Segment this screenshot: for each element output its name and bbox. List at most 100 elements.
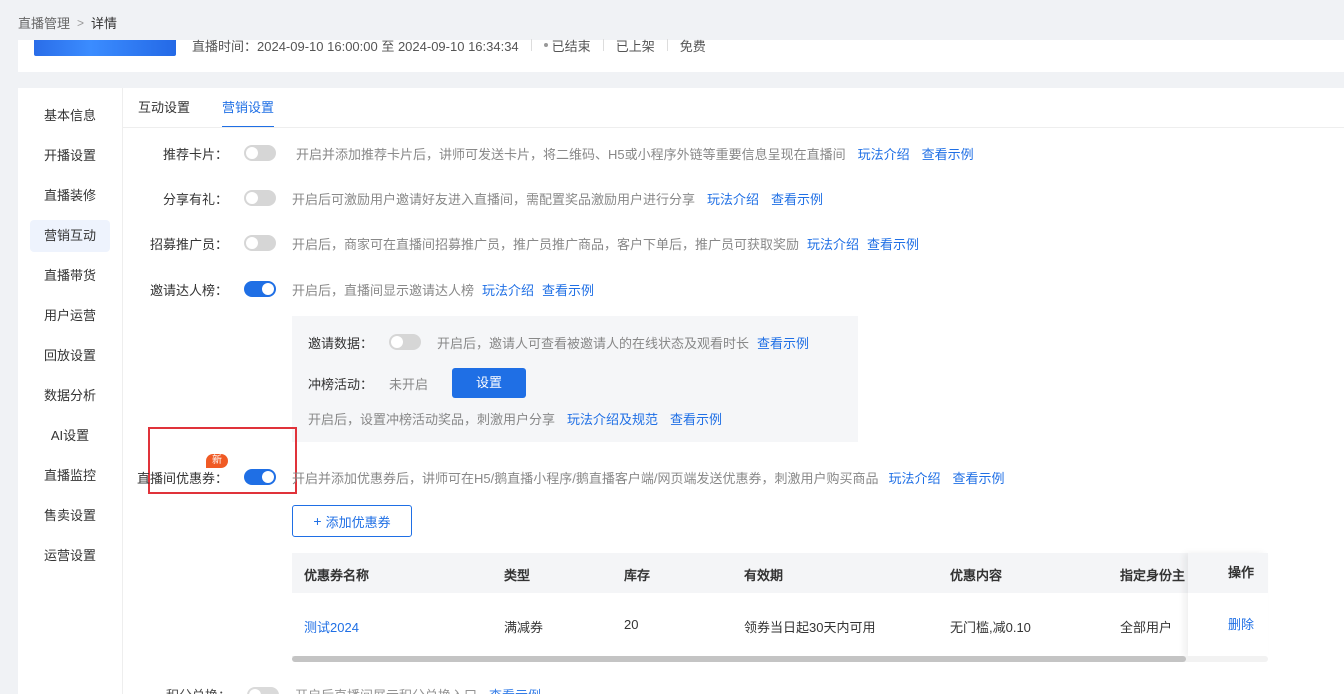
promoter-switch[interactable] [244, 235, 276, 251]
add-coupon-button[interactable]: + 添加优惠券 [292, 505, 412, 537]
setting-row-rank-activity: 冲榜活动： 未开启 设置 [308, 368, 526, 398]
coupon-guide-link[interactable]: 玩法介绍 [888, 468, 940, 487]
rank-activity-label: 冲榜活动： [308, 374, 373, 393]
points-desc: 开启后直播间展示积分兑换入口 [295, 685, 477, 694]
coupon-stock: 20 [624, 617, 638, 632]
invite-rank-sub-settings: 邀请数据： 开启后，邀请人可查看被邀请人的在线状态及观看时长 查看示例 冲榜活动… [292, 316, 858, 442]
col-header-name: 优惠券名称 [304, 565, 369, 584]
points-example-link[interactable]: 查看示例 [489, 685, 541, 694]
invite-rank-guide-link[interactable]: 玩法介绍 [482, 280, 534, 299]
invite-data-switch[interactable] [389, 334, 421, 350]
setting-row-share-gift: 分享有礼： 开启后可激励用户邀请好友进入直播间，需配置奖品激励用户进行分享 玩法… [148, 188, 823, 208]
coupon-content: 无门槛,减0.10 [950, 617, 1031, 636]
sidebar-item-marketing[interactable]: 营销互动 [30, 220, 110, 252]
breadcrumb-root[interactable]: 直播管理 [18, 13, 70, 32]
coupon-identity: 全部用户 [1120, 617, 1172, 636]
col-header-content: 优惠内容 [950, 565, 1002, 584]
meta-divider [531, 39, 532, 51]
setting-row-invite-rank: 邀请达人榜： 开启后，直播间显示邀请达人榜 玩法介绍 查看示例 [138, 279, 594, 299]
table-row: 测试2024 满减券 20 领券当日起30天内可用 无门槛,减0.10 全部用户 [292, 593, 1268, 657]
table-header: 优惠券名称 类型 库存 有效期 优惠内容 指定身份主 [292, 553, 1268, 593]
live-cover-image [34, 40, 176, 56]
delete-coupon-link[interactable]: 删除 [1188, 593, 1268, 657]
rank-activity-desc: 开启后，设置冲榜活动奖品，刺激用户分享 [308, 409, 555, 428]
rank-activity-rules-link[interactable]: 玩法介绍及规范 [567, 409, 658, 428]
rank-activity-status: 未开启 [389, 374, 428, 393]
sidebar-item-user-ops[interactable]: 用户运营 [30, 300, 110, 332]
side-nav: 基本信息 开播设置 直播装修 营销互动 直播带货 用户运营 回放设置 数据分析 … [30, 100, 110, 580]
add-coupon-label: 添加优惠券 [326, 512, 391, 531]
live-meta: 直播时间： 2024-09-10 16:00:00 至 2024-09-10 1… [192, 38, 706, 52]
promoter-desc: 开启后，商家可在直播间招募推广员，推广员推广商品，客户下单后，推广员可获取奖励 [292, 234, 799, 253]
tab-bar: 互动设置 营销设置 [138, 88, 306, 128]
live-status: 已结束 [552, 36, 591, 55]
invite-rank-label: 邀请达人榜： [138, 280, 228, 299]
sidebar-item-live-commerce[interactable]: 直播带货 [30, 260, 110, 292]
share-gift-desc: 开启后可激励用户邀请好友进入直播间，需配置奖品激励用户进行分享 [292, 189, 695, 208]
invite-data-label: 邀请数据： [308, 333, 373, 352]
tab-interaction[interactable]: 互动设置 [138, 88, 190, 128]
coupon-desc: 开启并添加优惠券后，讲师可在H5/鹅直播小程序/鹅直播客户端/网页端发送优惠券，… [292, 468, 878, 487]
coupon-name-link[interactable]: 测试2024 [304, 617, 359, 636]
col-header-identity: 指定身份主 [1120, 565, 1188, 584]
invite-rank-desc: 开启后，直播间显示邀请达人榜 [292, 280, 474, 299]
sidebar-item-operations[interactable]: 运营设置 [30, 540, 110, 572]
status-dot-icon [544, 43, 548, 47]
breadcrumb: 直播管理 > 详情 [18, 13, 117, 32]
tab-marketing[interactable]: 营销设置 [222, 88, 274, 128]
coupon-type: 满减券 [504, 617, 543, 636]
action-column: 操作 删除 [1188, 553, 1268, 657]
points-switch[interactable] [247, 687, 279, 694]
sidebar-item-sales[interactable]: 售卖设置 [30, 500, 110, 532]
recommend-card-switch[interactable] [244, 145, 276, 161]
share-gift-example-link[interactable]: 查看示例 [771, 189, 823, 208]
sidebar-item-start-settings[interactable]: 开播设置 [30, 140, 110, 172]
recommend-card-example-link[interactable]: 查看示例 [922, 144, 974, 163]
main-card: 基本信息 开播设置 直播装修 营销互动 直播带货 用户运营 回放设置 数据分析 … [18, 88, 1344, 694]
setting-row-recommend-card: 推荐卡片： 开启并添加推荐卡片后，讲师可发送卡片，将二维码、H5或小程序外链等重… [148, 143, 974, 163]
rank-activity-hint-row: 开启后，设置冲榜活动奖品，刺激用户分享 玩法介绍及规范 查看示例 [308, 408, 722, 428]
breadcrumb-current: 详情 [91, 13, 117, 32]
sidebar-item-decoration[interactable]: 直播装修 [30, 180, 110, 212]
points-label: 积分兑换： [166, 685, 231, 694]
col-header-action: 操作 [1188, 553, 1268, 593]
rank-activity-example-link[interactable]: 查看示例 [670, 409, 722, 428]
promoter-label: 招募推广员： [138, 234, 228, 253]
invite-data-example-link[interactable]: 查看示例 [757, 333, 809, 352]
rank-activity-settings-button[interactable]: 设置 [452, 368, 526, 398]
live-header-card: 直播时间： 2024-09-10 16:00:00 至 2024-09-10 1… [18, 40, 1344, 72]
sidebar-item-ai[interactable]: AI设置 [30, 420, 110, 452]
live-time-label: 直播时间： [192, 36, 257, 55]
coupon-label: 直播间优惠券： [128, 468, 228, 487]
promoter-guide-link[interactable]: 玩法介绍 [807, 234, 859, 253]
meta-divider [603, 39, 604, 51]
share-gift-switch[interactable] [244, 190, 276, 206]
setting-row-points: 积分兑换： 开启后直播间展示积分兑换入口 查看示例 [166, 685, 541, 694]
col-header-stock: 库存 [624, 565, 650, 584]
share-gift-guide-link[interactable]: 玩法介绍 [707, 189, 759, 208]
shelf-status: 已上架 [616, 36, 655, 55]
recommend-card-guide-link[interactable]: 玩法介绍 [858, 144, 910, 163]
scrollbar-thumb[interactable] [292, 656, 1186, 662]
setting-row-promoter: 招募推广员： 开启后，商家可在直播间招募推广员，推广员推广商品，客户下单后，推广… [138, 233, 919, 253]
price-status: 免费 [680, 36, 706, 55]
sidebar-item-basic-info[interactable]: 基本信息 [30, 100, 110, 132]
coupon-validity: 领券当日起30天内可用 [744, 617, 875, 636]
sidebar-divider [122, 88, 123, 694]
invite-rank-example-link[interactable]: 查看示例 [542, 280, 594, 299]
col-header-type: 类型 [504, 565, 530, 584]
tab-underline-divider [122, 127, 1344, 128]
invite-rank-switch[interactable] [244, 281, 276, 297]
sidebar-item-analytics[interactable]: 数据分析 [30, 380, 110, 412]
invite-data-desc: 开启后，邀请人可查看被邀请人的在线状态及观看时长 [437, 333, 749, 352]
sidebar-item-monitor[interactable]: 直播监控 [30, 460, 110, 492]
col-header-validity: 有效期 [744, 565, 783, 584]
coupon-example-link[interactable]: 查看示例 [952, 468, 1004, 487]
table-horizontal-scrollbar[interactable] [292, 656, 1268, 662]
new-badge: 新 [206, 454, 228, 468]
promoter-example-link[interactable]: 查看示例 [867, 234, 919, 253]
sidebar-item-replay[interactable]: 回放设置 [30, 340, 110, 372]
setting-row-coupon: 直播间优惠券： 开启并添加优惠券后，讲师可在H5/鹅直播小程序/鹅直播客户端/网… [128, 467, 1005, 487]
coupon-switch[interactable] [244, 469, 276, 485]
recommend-card-label: 推荐卡片： [148, 144, 228, 163]
